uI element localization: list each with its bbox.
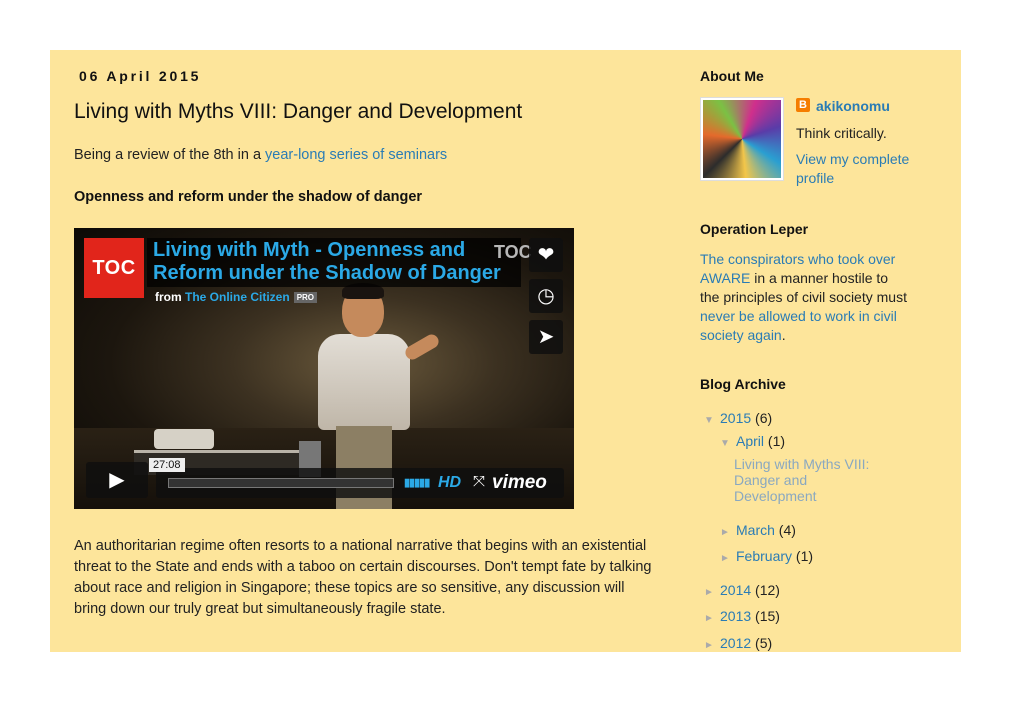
control-bar: ▮▮▮▮▮ HD ⤧ vimeo [156,468,564,498]
blogger-icon: B [796,98,810,112]
video-byline: from The Online Citizen PRO [155,290,318,304]
collapsed-toggle-icon[interactable]: ► [720,553,736,564]
archive-count: (6) [755,410,773,426]
archive-month-february[interactable]: ► February (1) [720,548,813,564]
operation-leper-text: The conspirators who took over AWARE in … [700,250,910,345]
leper-text-2: . [781,327,786,343]
toc-corner-logo: TOC [494,242,532,262]
post-body: An authoritarian regime often resorts to… [74,538,652,617]
collapsed-toggle-icon[interactable]: ► [704,613,720,624]
expanded-toggle-icon[interactable]: ▼ [720,438,736,449]
blog-archive-heading: Blog Archive [700,376,786,392]
send-icon: ➤ [537,326,555,348]
clock-icon: ◷ [537,285,555,307]
archive-post-link[interactable]: Living with Myths VIII: Danger and Devel… [734,456,884,504]
archive-year-link[interactable]: 2014 [720,582,751,598]
post-subheading: Openness and reform under the shadow of … [74,189,423,205]
profile-avatar[interactable] [700,97,784,181]
archive-month-march[interactable]: ► March (4) [720,522,796,538]
archive-count: (12) [755,582,780,598]
collapsed-toggle-icon[interactable]: ► [704,640,720,651]
vimeo-logo[interactable]: vimeo [492,472,547,494]
video-from-label: from [155,290,182,304]
video-speaker-arm [402,331,442,363]
vimeo-player[interactable]: TOC Living with Myth - Openness and Refo… [74,228,574,509]
archive-month-link[interactable]: March [736,522,775,538]
post-date: 06 April 2015 [79,68,202,84]
archive-count: (1) [795,548,814,564]
archive-year-2012[interactable]: ► 2012 (5) [704,635,772,651]
video-projector [154,429,214,449]
share-button[interactable]: ➤ [529,320,563,354]
video-speaker [318,334,410,430]
pro-badge: PRO [293,292,318,304]
collapsed-toggle-icon[interactable]: ► [720,527,736,538]
collapsed-toggle-icon[interactable]: ► [704,587,720,598]
profile-name-link[interactable]: akikonomu [816,98,890,114]
archive-month-april[interactable]: ▼ April (1) [720,433,785,449]
volume-icon[interactable]: ▮▮▮▮▮ [404,476,430,489]
profile-tagline: Think critically. [796,125,887,141]
fullscreen-icon[interactable]: ⤧ [473,473,485,490]
view-profile-link[interactable]: View my complete profile [796,150,916,188]
play-icon: ▶ [109,469,125,491]
like-button[interactable]: ❤ [529,238,563,272]
progress-bar[interactable] [168,478,394,488]
archive-year-2013[interactable]: ► 2013 (15) [704,608,780,624]
archive-year-link[interactable]: 2013 [720,608,751,624]
video-title[interactable]: Living with Myth - Openness and Reform u… [153,239,513,285]
timecode: 27:08 [149,458,185,472]
archive-count: (1) [767,433,786,449]
hd-button[interactable]: HD [438,474,461,492]
archive-year-link[interactable]: 2012 [720,635,751,651]
civil-society-link[interactable]: never be allowed to work in civil societ… [700,308,897,343]
archive-count: (5) [755,635,773,651]
archive-year-link[interactable]: 2015 [720,410,751,426]
play-button[interactable]: ▶ [86,462,148,498]
video-channel-link[interactable]: The Online Citizen [185,290,290,304]
toc-logo[interactable]: TOC [84,238,144,298]
avatar-image [703,100,781,178]
archive-year-2014[interactable]: ► 2014 (12) [704,582,780,598]
heart-icon: ❤ [537,244,555,266]
archive-count: (4) [778,522,796,538]
intro-text: Being a review of the 8th in a [74,147,266,163]
seminar-series-link[interactable]: year-long series of seminars [265,147,447,163]
archive-month-link[interactable]: April [736,433,764,449]
archive-count: (15) [755,608,780,624]
about-me-heading: About Me [700,68,764,84]
post-intro: Being a review of the 8th in a year-long… [74,147,447,163]
watch-later-button[interactable]: ◷ [529,279,563,313]
blog-page: 06 April 2015 Living with Myths VIII: Da… [50,50,961,652]
post-title[interactable]: Living with Myths VIII: Danger and Devel… [74,100,522,124]
operation-leper-heading: Operation Leper [700,221,809,237]
archive-month-link[interactable]: February [736,548,792,564]
archive-year-2015[interactable]: ▼ 2015 (6) [704,410,772,426]
expanded-toggle-icon[interactable]: ▼ [704,415,720,426]
